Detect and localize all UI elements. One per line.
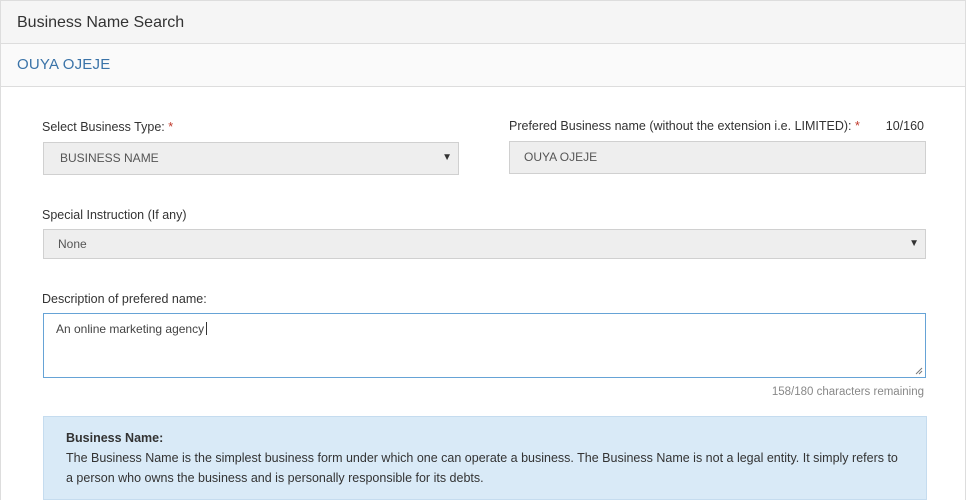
- business-type-label: Select Business Type: *: [42, 120, 173, 134]
- description-remaining-counter: 158/180 characters remaining: [771, 386, 924, 398]
- info-box-title: Business Name:: [66, 431, 164, 445]
- caret-down-icon: ▼: [442, 152, 452, 163]
- text-cursor: [206, 322, 208, 335]
- preferred-name-label: Prefered Business name (without the exte…: [509, 119, 860, 133]
- business-type-info-box: Business Name: The Business Name is the …: [43, 416, 927, 500]
- selected-business-name: OUYA OJEJE: [17, 56, 111, 73]
- special-instruction-value: None: [58, 237, 87, 251]
- preferred-name-input[interactable]: OUYA OJEJE: [509, 141, 926, 174]
- info-box-text: The Business Name is the simplest busine…: [66, 451, 898, 485]
- panel-header: Business Name Search: [1, 1, 965, 44]
- preferred-name-char-counter: 10/160: [885, 119, 924, 133]
- resize-grip-icon[interactable]: [915, 367, 923, 375]
- description-label: Description of prefered name:: [42, 292, 207, 306]
- selected-name-bar: OUYA OJEJE: [1, 44, 965, 87]
- business-type-select[interactable]: BUSINESS NAME ▼: [43, 142, 459, 175]
- required-marker: *: [168, 120, 174, 134]
- special-instruction-select[interactable]: None ▼: [43, 229, 926, 259]
- required-marker: *: [855, 119, 860, 133]
- preferred-name-label-text: Prefered Business name (without the exte…: [509, 119, 855, 133]
- description-textarea[interactable]: An online marketing agency: [43, 313, 926, 378]
- page-title: Business Name Search: [17, 14, 185, 31]
- description-value: An online marketing agency: [56, 322, 205, 336]
- business-name-search-panel: Business Name Search OUYA OJEJE Select B…: [0, 0, 966, 500]
- preferred-name-value: OUYA OJEJE: [524, 150, 598, 164]
- special-instruction-label: Special Instruction (If any): [42, 208, 187, 222]
- caret-down-icon: ▼: [909, 238, 919, 249]
- business-type-label-text: Select Business Type:: [42, 120, 169, 134]
- business-type-value: BUSINESS NAME: [60, 151, 159, 165]
